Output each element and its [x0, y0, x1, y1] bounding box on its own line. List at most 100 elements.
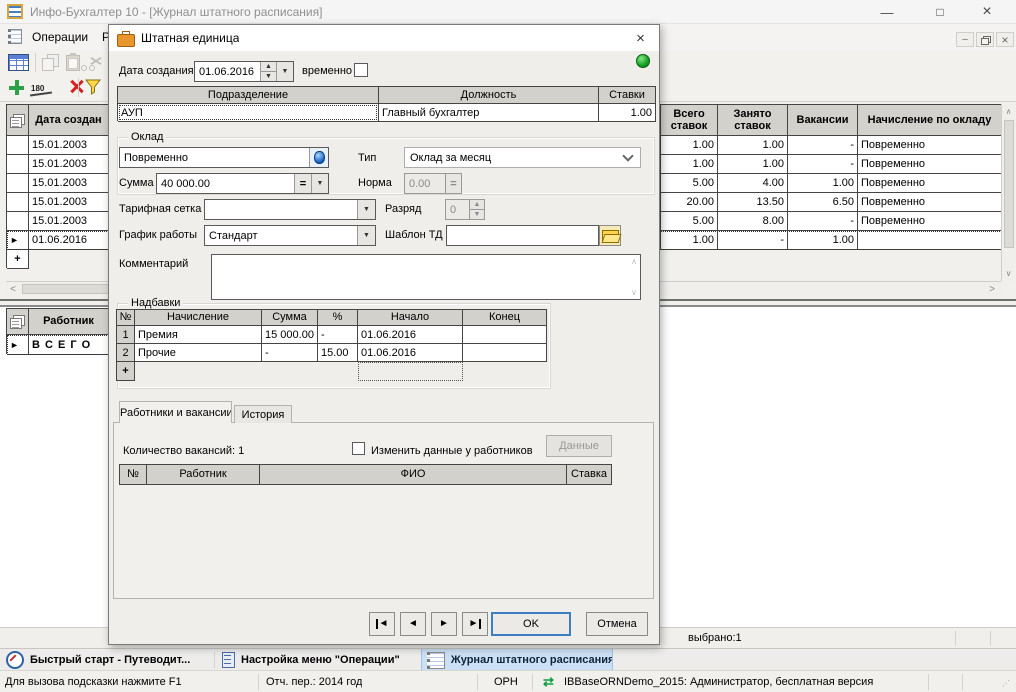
table-cell[interactable]: 1.00: [788, 231, 858, 250]
comment-scroll-arrows[interactable]: ∧∨: [628, 255, 640, 299]
change-workers-checkbox[interactable]: [352, 442, 365, 455]
scroll-right-icon[interactable]: >: [985, 282, 999, 296]
table-cell[interactable]: Повременно: [858, 212, 1002, 231]
row-selector[interactable]: [7, 174, 29, 193]
method-picker-button[interactable]: [309, 148, 328, 167]
template-input[interactable]: [446, 225, 599, 246]
table-cell[interactable]: 4.00: [718, 174, 788, 193]
salary-method-combo[interactable]: Повременно: [119, 147, 329, 168]
dialog-close-icon[interactable]: ×: [622, 25, 659, 51]
table-cell[interactable]: -: [788, 136, 858, 155]
mdi-minimize-button[interactable]: –: [956, 32, 974, 47]
allowance-cell[interactable]: 01.06.2016: [358, 344, 463, 362]
menu-operations[interactable]: Операции: [32, 30, 88, 44]
nav-first-button[interactable]: ◄: [369, 612, 395, 636]
row-selector[interactable]: [7, 136, 29, 155]
allowance-cell[interactable]: 15 000.00: [262, 326, 318, 344]
temporary-checkbox[interactable]: [354, 63, 368, 77]
maximize-button[interactable]: □: [917, 0, 963, 24]
tariff-dropdown-button[interactable]: ▼: [357, 200, 375, 219]
nav-last-button[interactable]: ►: [462, 612, 488, 636]
table-row[interactable]: 15.01.2003: [29, 136, 109, 155]
table-cell[interactable]: 20.00: [661, 193, 718, 212]
scroll-down-icon[interactable]: ∨: [1002, 266, 1015, 280]
scroll-up-icon[interactable]: ∧: [1002, 104, 1015, 118]
department-cell[interactable]: АУП: [118, 104, 379, 122]
add-row-button[interactable]: +: [7, 250, 29, 269]
number-format-icon[interactable]: 180: [31, 84, 44, 93]
schedule-combo[interactable]: Стандарт ▼: [204, 225, 376, 246]
tab-staff-journal-active[interactable]: Журнал штатного расписания: [421, 649, 613, 671]
allowance-cell[interactable]: [463, 326, 547, 344]
table-cell[interactable]: 1.00: [661, 155, 718, 174]
scrollbar-thumb[interactable]: [1004, 120, 1014, 248]
table-row[interactable]: 15.01.2003: [29, 174, 109, 193]
table-row[interactable]: 15.01.2003: [29, 155, 109, 174]
allowance-cell[interactable]: Премия: [135, 326, 262, 344]
table-cell[interactable]: 5.00: [661, 212, 718, 231]
mdi-close-button[interactable]: ×: [996, 32, 1014, 47]
table-cell[interactable]: Повременно: [858, 193, 1002, 212]
tab-history[interactable]: История: [234, 405, 292, 423]
tab-quick-start[interactable]: Быстрый старт - Путеводит...: [2, 649, 214, 671]
table-cell[interactable]: 1.00: [718, 155, 788, 174]
table-cell[interactable]: 1.00: [661, 231, 718, 250]
created-date-input[interactable]: 01.06.2016 ▲ ▼ ▼: [194, 61, 294, 82]
allowance-cell[interactable]: 15.00: [318, 344, 358, 362]
template-browse-button[interactable]: [599, 225, 621, 246]
tariff-combo[interactable]: ▼: [204, 199, 376, 220]
salary-type-combo[interactable]: Оклад за месяц: [404, 147, 641, 168]
table-cell[interactable]: 6.50: [788, 193, 858, 212]
tab-menu-settings[interactable]: Настройка меню "Операции": [216, 649, 420, 671]
amount-input[interactable]: 40 000.00 = ▼: [156, 173, 329, 194]
current-row-marker[interactable]: ►: [7, 335, 29, 355]
table-cell[interactable]: Повременно: [858, 174, 1002, 193]
row-selector[interactable]: [7, 212, 29, 231]
date-dropdown-button[interactable]: ▼: [276, 62, 293, 81]
allowance-cell[interactable]: [463, 344, 547, 362]
table-cell[interactable]: Повременно: [858, 136, 1002, 155]
nav-next-button[interactable]: ►: [431, 612, 457, 636]
table-row[interactable]: 15.01.2003: [29, 193, 109, 212]
table-cell[interactable]: -: [788, 155, 858, 174]
allowance-cell[interactable]: -: [262, 344, 318, 362]
row-selector[interactable]: [7, 155, 29, 174]
resize-grip[interactable]: ⋰: [1002, 679, 1010, 688]
close-button[interactable]: ×: [964, 0, 1010, 24]
filter-funnel-icon[interactable]: [84, 78, 102, 96]
nav-prev-button[interactable]: ◄: [400, 612, 426, 636]
table-cell[interactable]: 13.50: [718, 193, 788, 212]
table-cell[interactable]: -: [788, 212, 858, 231]
schedule-dropdown-button[interactable]: ▼: [357, 226, 375, 245]
tab-workers-vacancies[interactable]: Работники и вакансии: [119, 401, 232, 423]
table-cell[interactable]: 8.00: [718, 212, 788, 231]
amount-dropdown-button[interactable]: ▼: [311, 174, 328, 193]
total-row[interactable]: В С Е Г О: [29, 335, 109, 355]
row-selector[interactable]: [7, 193, 29, 212]
amount-formula-button[interactable]: =: [294, 174, 311, 193]
current-row-marker[interactable]: ►: [7, 231, 29, 250]
comment-textarea[interactable]: ∧∨: [211, 254, 641, 300]
cancel-button[interactable]: Отмена: [586, 612, 648, 636]
vertical-scrollbar[interactable]: ∧ ∨: [1001, 104, 1015, 281]
position-cell[interactable]: Главный бухгалтер: [379, 104, 599, 122]
allowance-cell[interactable]: 01.06.2016: [358, 326, 463, 344]
table-cell[interactable]: 1.00: [788, 174, 858, 193]
table-cell[interactable]: -: [718, 231, 788, 250]
add-allowance-button[interactable]: +: [117, 362, 135, 381]
table-cell[interactable]: Повременно: [858, 155, 1002, 174]
date-spinner[interactable]: ▲ ▼: [260, 62, 276, 81]
table-view-icon[interactable]: [8, 54, 29, 71]
table-cell[interactable]: 5.00: [661, 174, 718, 193]
table-cell[interactable]: 1.00: [718, 136, 788, 155]
table-row[interactable]: 15.01.2003: [29, 212, 109, 231]
table-cell[interactable]: 1.00: [661, 136, 718, 155]
focused-empty-cell[interactable]: [358, 362, 463, 381]
table-row-selected[interactable]: 01.06.2016: [29, 231, 109, 250]
ok-button[interactable]: OK: [491, 612, 571, 636]
table-cell[interactable]: [858, 231, 1002, 250]
allowance-cell[interactable]: Прочие: [135, 344, 262, 362]
mdi-restore-button[interactable]: [976, 32, 994, 47]
allowance-cell[interactable]: -: [318, 326, 358, 344]
rate-cell[interactable]: 1.00: [599, 104, 656, 122]
